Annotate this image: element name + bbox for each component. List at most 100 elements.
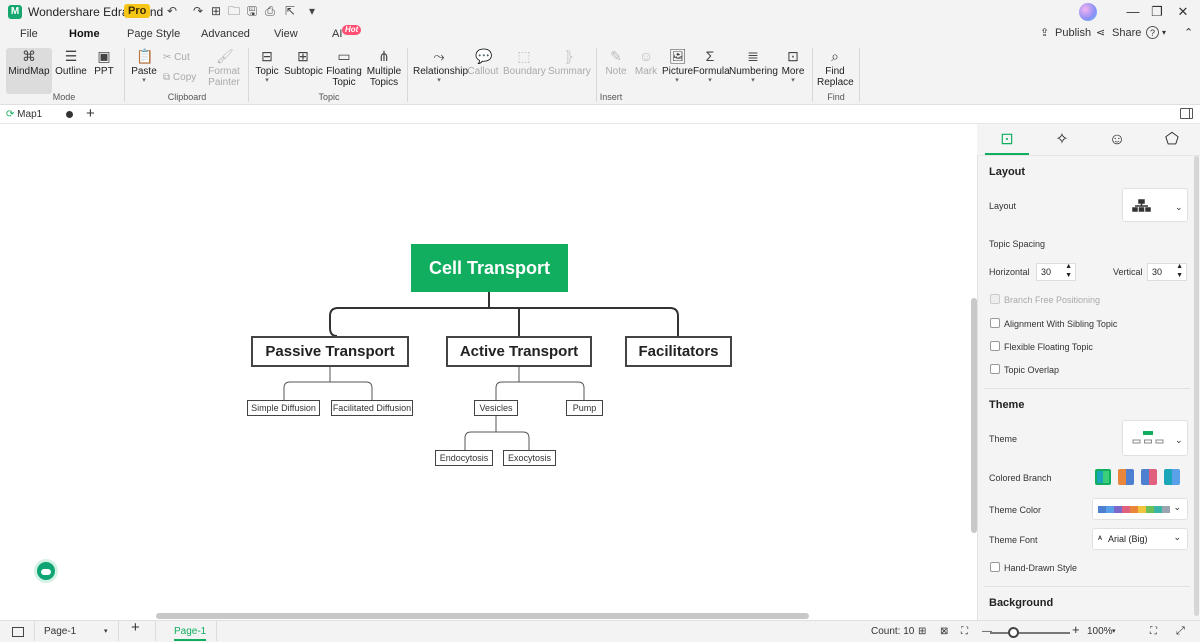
paste-button[interactable]: 📋 Paste ▾ [130,48,158,94]
fit-width-icon[interactable]: ⊞ [918,625,926,638]
panel-tab-style-icon[interactable]: ⬠ [1161,129,1183,151]
fit-screen-icon[interactable]: ⛶ [961,625,968,638]
subtopic-facilitated-diffusion[interactable]: Facilitated Diffusion [331,400,413,416]
picture-button[interactable]: 🖼 Picture ▾ [662,48,693,94]
colored-branch-option-1[interactable] [1095,469,1111,485]
colored-branch-option-4[interactable] [1164,469,1180,485]
numbering-button[interactable]: ≣ Numbering ▾ [729,48,778,94]
menu-tab-ai[interactable]: AI [332,26,342,42]
fullscreen-icon[interactable]: ⛶ [1150,625,1157,638]
flexible-floating-checkbox[interactable] [990,341,1000,351]
spinner-icon[interactable]: ▲ ▼ [1065,262,1072,280]
topic-active-transport[interactable]: Active Transport [446,336,592,367]
subtopic-exocytosis[interactable]: Exocytosis [503,450,556,466]
branch-free-positioning-checkbox[interactable] [990,294,1000,304]
alignment-sibling-checkbox[interactable] [990,318,1000,328]
page-select[interactable]: Page-1 [44,625,76,638]
menu-tab-advanced[interactable]: Advanced [201,26,250,42]
colored-branch-option-3[interactable] [1141,469,1157,485]
menu-tab-view[interactable]: View [274,26,298,42]
panel-tab-layout-icon[interactable]: ⊡ [996,129,1018,151]
share-icon[interactable]: ⋖ [1096,26,1105,40]
new-file-icon[interactable]: ⊞ [208,3,224,19]
subtopic-endocytosis[interactable]: Endocytosis [435,450,493,466]
page-tab-active[interactable]: Page-1 [174,625,207,641]
panel-tab-ai-sparkle-icon[interactable]: ✧ [1051,129,1073,151]
fit-page-icon[interactable]: ⊠ [940,625,948,638]
note-button[interactable]: ✎ Note [603,48,629,94]
menu-tab-home[interactable]: Home [69,26,100,42]
callout-button[interactable]: 💬 Callout [467,48,499,94]
save-icon[interactable]: 🖫 [244,3,260,19]
copy-button[interactable]: ⧉ Copy [163,72,196,83]
summary-button[interactable]: ⦄ Summary [548,48,591,94]
formula-button[interactable]: Σ Formula ▾ [693,48,730,94]
publish-button[interactable]: Publish [1055,26,1091,40]
zoom-slider-thumb[interactable] [1008,627,1019,638]
subtopic-button[interactable]: ⊞ Subtopic [284,48,323,94]
zoom-slider-track[interactable] [990,632,1070,634]
print-icon[interactable]: ⎙ [262,3,278,19]
ai-assistant-icon[interactable] [34,559,58,583]
floating-topic-button[interactable]: ▭ Floating Topic [326,48,362,94]
topic-overlap-checkbox[interactable] [990,364,1000,374]
menu-tab-file[interactable]: File [20,26,38,42]
formula-caret-icon: ▾ [708,77,712,84]
toggle-panel-icon[interactable] [1180,108,1193,119]
canvas-horizontal-scrollbar[interactable] [156,613,809,619]
zoom-caret-icon[interactable]: ▾ [1112,625,1116,638]
subtopic-pump[interactable]: Pump [566,400,603,416]
spinner-icon[interactable]: ▲ ▼ [1176,262,1183,280]
open-folder-icon[interactable]: 🗀 [226,3,242,19]
share-button[interactable]: Share [1112,26,1141,40]
more-button[interactable]: ⊡ More ▾ [780,48,806,94]
vertical-spacing-input[interactable]: 30 ▲ ▼ [1147,263,1187,281]
panel-tab-mark-icon[interactable]: ☺ [1106,129,1128,151]
publish-icon[interactable]: ⇪ [1040,26,1049,40]
relationship-button[interactable]: ⤳ Relationship ▾ [413,48,468,94]
theme-color-select[interactable]: ⌄ [1092,498,1188,520]
subtopic-simple-diffusion[interactable]: Simple Diffusion [247,400,320,416]
document-tab-map1[interactable]: ⟳ Map1 [6,108,42,122]
theme-color-swatch [1130,506,1138,513]
layout-select[interactable]: ⌄ [1122,188,1188,222]
ppt-mode-button[interactable]: ▣ PPT [90,48,118,94]
export-icon[interactable]: ⇱ [282,3,298,19]
subtopic-vesicles[interactable]: Vesicles [474,400,518,416]
theme-select[interactable]: ⌄ [1122,420,1188,456]
cut-button[interactable]: ✂ Cut [163,52,190,63]
colored-branch-option-2[interactable] [1118,469,1134,485]
help-caret-icon[interactable]: ▾ [1162,26,1166,40]
zoom-level[interactable]: 100% [1087,625,1113,638]
topic-facilitators[interactable]: Facilitators [625,336,732,367]
page-select-caret-icon[interactable]: ▾ [104,625,108,638]
find-replace-button[interactable]: ⌕ Find Replace [817,48,854,94]
mindmap-canvas[interactable]: Cell Transport Passive Transport Active … [0,124,977,620]
close-button[interactable]: ✕ [1168,2,1198,22]
boundary-button[interactable]: ⬚ Boundary [503,48,546,94]
quick-access-more-icon[interactable]: ▾ [304,3,320,19]
outline-mode-button[interactable]: ☰ Outline [54,48,88,94]
topic-button[interactable]: ⊟ Topic ▾ [253,48,281,94]
add-tab-icon[interactable]: + [86,105,95,122]
zoom-in-icon[interactable]: + [1072,623,1080,636]
undo-icon[interactable]: ↶ [164,3,180,19]
help-icon[interactable]: ? [1146,26,1159,39]
menu-tab-page-style[interactable]: Page Style [127,26,180,42]
presentation-icon[interactable]: ⤢ [1176,625,1185,638]
topic-passive-transport[interactable]: Passive Transport [251,336,409,367]
page-panel-icon[interactable] [12,627,24,637]
format-painter-button[interactable]: 🖌 Format Painter [205,48,243,94]
theme-font-select[interactable]: ᴬ Arial (Big) ⌄ [1092,528,1188,550]
mindmap-mode-button[interactable]: ⌘ MindMap [6,48,52,94]
collapse-ribbon-icon[interactable]: ⌃ [1184,26,1193,40]
mark-button[interactable]: ☺ Mark [632,48,660,94]
horizontal-spacing-input[interactable]: 30 ▲ ▼ [1036,263,1076,281]
hand-drawn-checkbox[interactable] [990,562,1000,572]
user-avatar[interactable] [1079,3,1097,21]
root-topic[interactable]: Cell Transport [411,244,568,292]
add-page-icon[interactable]: + [131,620,140,635]
redo-icon[interactable]: ↷ [190,3,206,19]
multiple-topics-button[interactable]: ⋔ Multiple Topics [366,48,402,94]
panel-scrollbar[interactable] [1194,156,1199,616]
